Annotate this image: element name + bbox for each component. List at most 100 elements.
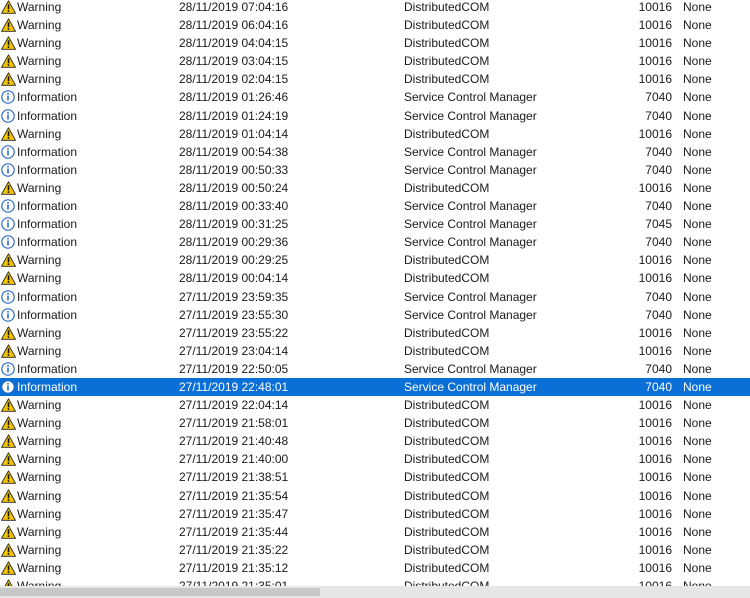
table-row[interactable]: Warning 28/11/2019 07:04:16 DistributedCOM… <box>0 0 750 16</box>
task-category-cell: None <box>683 307 712 322</box>
event-list[interactable]: Warning 28/11/2019 07:04:16 DistributedCOM… <box>0 0 750 595</box>
level-cell: Information <box>0 197 170 215</box>
table-row[interactable]: Information 28/11/2019 00:50:33 Service Co… <box>0 161 750 179</box>
table-row[interactable]: Warning 27/11/2019 21:58:01 DistributedCOM… <box>0 414 750 432</box>
table-row[interactable]: Warning 27/11/2019 21:35:12 DistributedCOM… <box>0 559 750 577</box>
table-row[interactable]: Warning 27/11/2019 21:40:00 DistributedCOM… <box>0 450 750 468</box>
event-id-cell: 7045 <box>645 217 672 232</box>
level-cell: Information <box>0 288 170 306</box>
level-cell: Information <box>0 88 170 106</box>
source-cell: DistributedCOM <box>404 398 490 413</box>
task-category-cell: None <box>683 72 712 87</box>
warning-icon <box>1 470 16 485</box>
event-id-cell: 10016 <box>638 180 672 195</box>
level-label: Warning <box>17 416 62 431</box>
table-row[interactable]: Information 28/11/2019 00:31:25 Service Co… <box>0 215 750 233</box>
source-cell: DistributedCOM <box>404 560 490 575</box>
level-cell: Warning <box>0 125 170 143</box>
table-row[interactable]: Warning 27/11/2019 23:04:14 DistributedCOM… <box>0 342 750 360</box>
datetime-cell: 28/11/2019 00:04:14 <box>179 271 289 286</box>
level-cell: Information <box>0 233 170 251</box>
level-label: Warning <box>17 398 62 413</box>
warning-icon <box>1 434 16 448</box>
source-cell: Service Control Manager <box>404 361 537 376</box>
source-cell: Service Control Manager <box>404 289 537 304</box>
source-cell: Service Control Manager <box>404 108 537 123</box>
level-label: Information <box>17 235 78 250</box>
table-row[interactable]: Warning 28/11/2019 03:04:15 DistributedCOM… <box>0 52 750 70</box>
information-icon <box>1 362 16 376</box>
task-category-cell: None <box>683 217 712 232</box>
table-row[interactable]: Warning 28/11/2019 01:04:14 DistributedCOM… <box>0 125 750 143</box>
level-label: Warning <box>17 72 62 87</box>
event-id-cell: 7040 <box>645 379 672 394</box>
warning-icon <box>1 525 16 539</box>
table-row[interactable]: Warning 28/11/2019 00:29:25 DistributedCOM… <box>0 251 750 269</box>
warning-icon <box>1 36 16 50</box>
table-row-selected[interactable]: Information 27/11/2019 22:48:01 Service Co… <box>0 377 750 397</box>
table-row[interactable]: Warning 28/11/2019 04:04:15 DistributedCOM… <box>0 34 750 52</box>
table-row[interactable]: Information 28/11/2019 00:33:40 Service Co… <box>0 197 750 215</box>
warning-icon <box>1 253 16 268</box>
task-category-cell: None <box>683 126 712 141</box>
table-row[interactable]: Warning 28/11/2019 00:50:24 DistributedCOM… <box>0 179 750 197</box>
task-category-cell: None <box>683 560 712 575</box>
source-cell: DistributedCOM <box>404 416 490 431</box>
source-cell: DistributedCOM <box>404 488 490 503</box>
source-cell: DistributedCOM <box>404 253 490 268</box>
source-cell: DistributedCOM <box>404 271 490 286</box>
table-row[interactable]: Warning 27/11/2019 21:38:51 DistributedCOM… <box>0 468 750 486</box>
event-id-cell: 10016 <box>638 488 672 503</box>
table-row[interactable]: Warning 27/11/2019 21:35:44 DistributedCOM… <box>0 523 750 541</box>
datetime-cell: 28/11/2019 00:54:38 <box>179 144 289 159</box>
table-row[interactable]: Warning 27/11/2019 21:35:54 DistributedCOM… <box>0 487 750 505</box>
task-category-cell: None <box>683 162 712 177</box>
level-label: Warning <box>17 253 62 268</box>
task-category-cell: None <box>683 398 712 413</box>
datetime-cell: 27/11/2019 21:38:51 <box>179 470 289 485</box>
table-row[interactable]: Warning 27/11/2019 22:04:14 DistributedCOM… <box>0 396 750 414</box>
table-row[interactable]: Information 28/11/2019 01:24:19 Service Co… <box>0 107 750 125</box>
table-row[interactable]: Warning 27/11/2019 23:55:22 DistributedCOM… <box>0 324 750 342</box>
datetime-cell: 27/11/2019 23:55:22 <box>179 325 289 340</box>
table-row[interactable]: Warning 27/11/2019 21:35:22 DistributedCOM… <box>0 541 750 559</box>
horizontal-scrollbar[interactable] <box>0 586 750 598</box>
source-cell: Service Control Manager <box>404 217 537 232</box>
level-cell: Warning <box>0 34 170 52</box>
level-label: Information <box>17 90 78 105</box>
table-row[interactable]: Information 27/11/2019 23:55:30 Service Co… <box>0 306 750 324</box>
table-row[interactable]: Warning 27/11/2019 21:40:48 DistributedCOM… <box>0 432 750 450</box>
level-label: Warning <box>17 434 62 449</box>
table-row[interactable]: Warning 27/11/2019 21:35:47 DistributedCOM… <box>0 505 750 523</box>
task-category-cell: None <box>683 253 712 268</box>
event-id-cell: 7040 <box>645 289 672 304</box>
table-row[interactable]: Information 28/11/2019 00:29:36 Service Co… <box>0 233 750 251</box>
scrollbar-thumb[interactable] <box>0 588 320 596</box>
information-icon <box>1 289 16 304</box>
warning-icon <box>1 543 16 557</box>
datetime-cell: 28/11/2019 00:31:25 <box>179 217 289 232</box>
level-label: Warning <box>17 470 62 485</box>
source-cell: DistributedCOM <box>404 126 490 141</box>
table-row[interactable]: Warning 28/11/2019 06:04:16 DistributedCOM… <box>0 16 750 34</box>
datetime-cell: 28/11/2019 01:24:19 <box>179 108 289 123</box>
table-row[interactable]: Warning 28/11/2019 00:04:14 DistributedCOM… <box>0 269 750 287</box>
table-row[interactable]: Information 28/11/2019 01:26:46 Service Co… <box>0 88 750 106</box>
table-row[interactable]: Information 27/11/2019 22:50:05 Service Co… <box>0 360 750 378</box>
datetime-cell: 28/11/2019 02:04:15 <box>179 72 289 87</box>
event-id-cell: 7040 <box>645 361 672 376</box>
table-row[interactable]: Information 28/11/2019 00:54:38 Service Co… <box>0 143 750 161</box>
warning-icon <box>1 181 16 195</box>
table-row[interactable]: Information 27/11/2019 23:59:35 Service Co… <box>0 288 750 306</box>
level-cell: Warning <box>0 487 170 505</box>
datetime-cell: 27/11/2019 21:35:22 <box>179 542 289 557</box>
level-cell: Warning <box>0 324 170 342</box>
source-cell: DistributedCOM <box>404 0 490 14</box>
level-cell: Warning <box>0 52 170 70</box>
datetime-cell: 27/11/2019 21:58:01 <box>179 416 289 431</box>
level-cell: Information <box>0 107 170 125</box>
table-row[interactable]: Warning 28/11/2019 02:04:15 DistributedCOM… <box>0 70 750 88</box>
level-cell: Warning <box>0 414 170 432</box>
event-id-cell: 10016 <box>638 18 672 33</box>
information-icon <box>1 90 16 105</box>
